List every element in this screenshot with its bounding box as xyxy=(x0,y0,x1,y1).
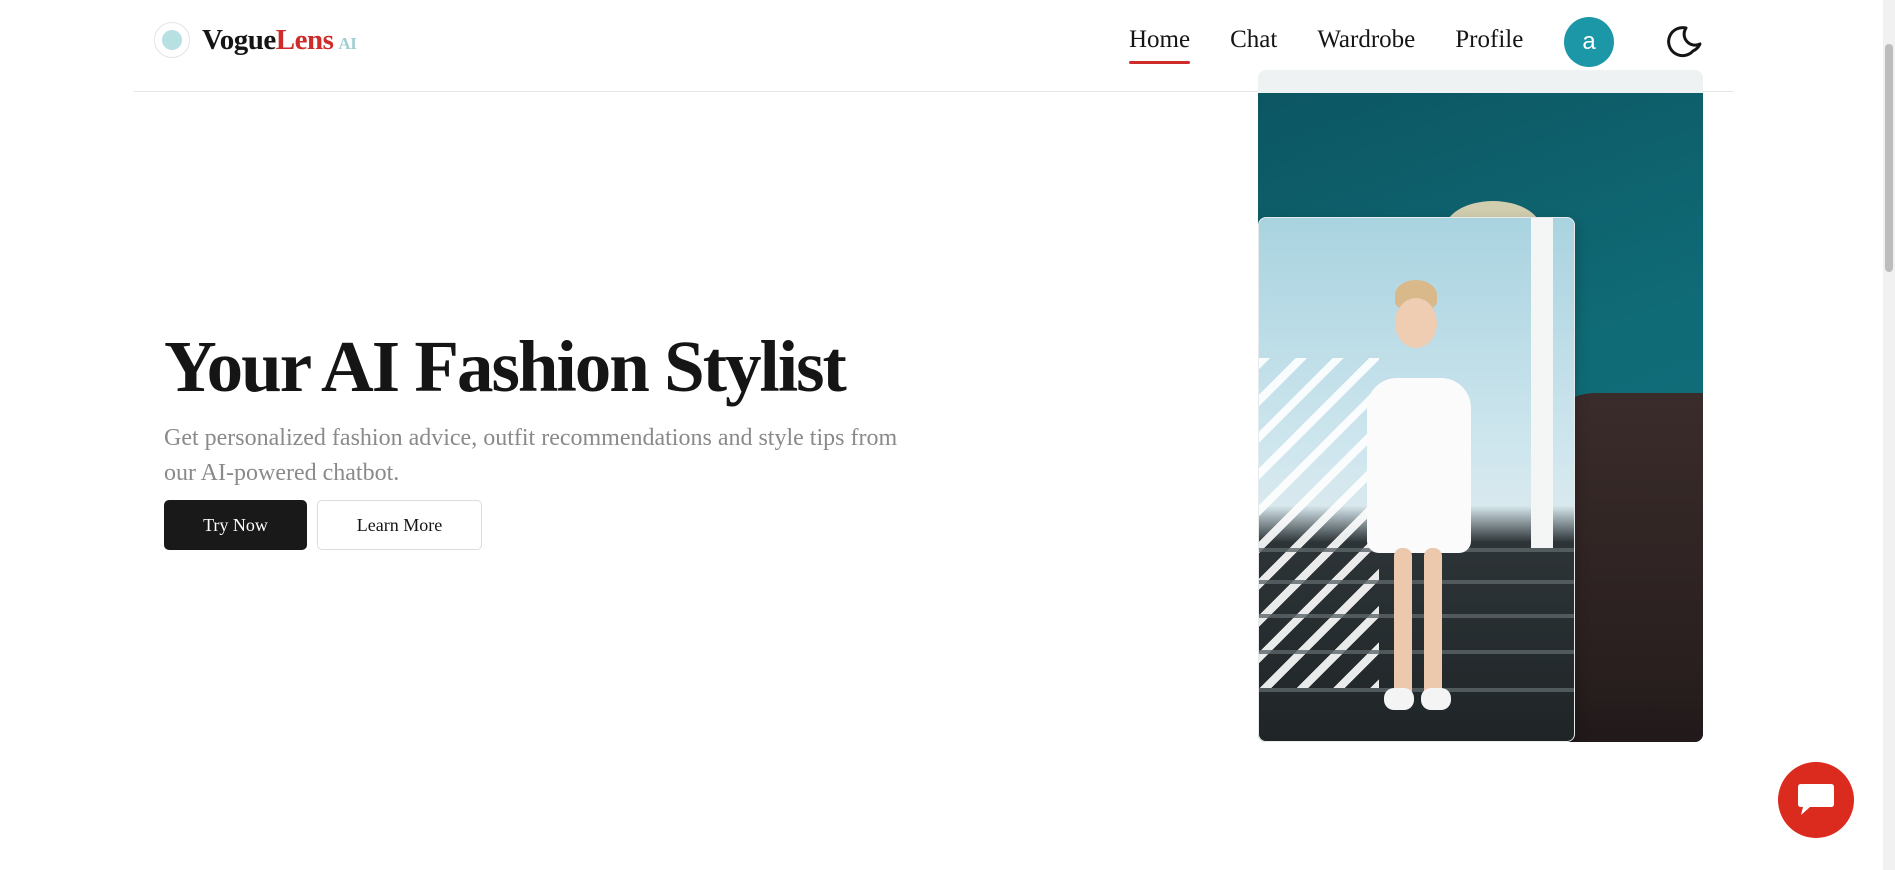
hero-subtitle: Get personalized fashion advice, outfit … xyxy=(164,425,898,486)
front-fashion-photo xyxy=(1258,217,1575,742)
logo-word-vogue: Vogue xyxy=(202,23,276,56)
hero-image-stack xyxy=(1258,70,1703,742)
model-leg xyxy=(1424,548,1442,698)
nav-chat[interactable]: Chat xyxy=(1230,26,1277,64)
stair-step xyxy=(1259,650,1574,654)
sneaker xyxy=(1421,688,1451,710)
stair-step xyxy=(1259,580,1574,584)
try-now-button[interactable]: Try Now xyxy=(164,500,307,550)
logo-dot xyxy=(162,30,182,50)
sneaker xyxy=(1384,688,1414,710)
logo-mark-icon xyxy=(154,22,190,58)
hero-title: Your AI Fashion Stylist xyxy=(164,326,847,407)
scrollbar-thumb[interactable] xyxy=(1885,44,1893,272)
nav-home[interactable]: Home xyxy=(1129,26,1191,64)
logo[interactable]: VogueLens AI xyxy=(154,22,357,58)
white-pillar xyxy=(1531,218,1553,548)
model-head xyxy=(1395,298,1437,348)
main-nav: Home Chat Wardrobe Profile xyxy=(1129,26,1563,64)
model-leg xyxy=(1394,548,1412,698)
nav-profile[interactable]: Profile xyxy=(1455,26,1523,64)
stair-step xyxy=(1259,614,1574,618)
logo-word-lens: Lens xyxy=(275,23,334,56)
logo-ai-suffix: AI xyxy=(338,33,357,53)
stair-step xyxy=(1259,688,1574,692)
moon-icon[interactable] xyxy=(1666,22,1706,62)
page-scrollbar[interactable] xyxy=(1883,0,1895,870)
chat-bubble-icon[interactable] xyxy=(1778,762,1854,838)
logo-wordmark: VogueLens AI xyxy=(202,23,357,57)
user-avatar[interactable]: a xyxy=(1564,17,1614,67)
stair-railing xyxy=(1259,358,1379,688)
learn-more-button[interactable]: Learn More xyxy=(317,500,482,550)
white-dress xyxy=(1367,378,1471,553)
nav-wardrobe[interactable]: Wardrobe xyxy=(1317,26,1415,64)
